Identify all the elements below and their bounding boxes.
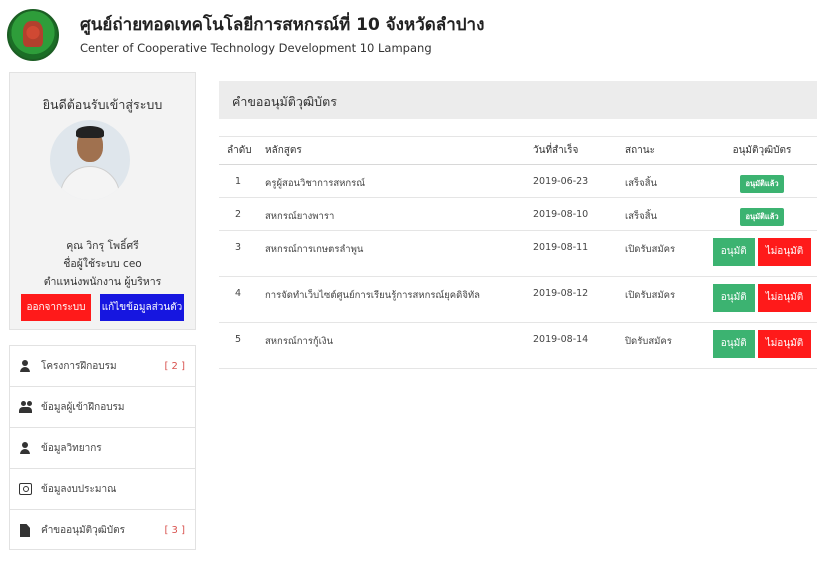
menu-item-training-projects[interactable]: โครงการฝึกอบรม [ 2 ] bbox=[9, 345, 196, 386]
menu-item-budget[interactable]: ข้อมูลงบประมาณ bbox=[9, 468, 196, 509]
cell-approval: อนุมัติ ไม่อนุมัติ bbox=[707, 230, 817, 277]
cell-course: สหกรณ์ยางพารา bbox=[257, 197, 525, 231]
cell-no: 3 bbox=[219, 230, 257, 277]
user-icon bbox=[19, 360, 32, 372]
edit-profile-button[interactable]: แก้ไขข้อมูลส่วนตัว bbox=[100, 294, 184, 321]
cell-status: เสร็จสิ้น bbox=[617, 164, 707, 198]
cell-date: 2019-08-14 bbox=[525, 322, 617, 369]
menu-item-certificate-requests[interactable]: คำขออนุมัติวุฒิบัตร [ 3 ] bbox=[9, 509, 196, 550]
approve-button[interactable]: อนุมัติ bbox=[712, 284, 755, 312]
approve-button[interactable]: อนุมัติ bbox=[712, 238, 755, 266]
reject-button[interactable]: ไม่อนุมัติ bbox=[757, 330, 812, 358]
money-icon bbox=[19, 483, 32, 495]
menu-item-label: ข้อมูลวิทยากร bbox=[41, 443, 102, 454]
cooperative-logo[interactable] bbox=[7, 9, 59, 61]
page-header: คำขออนุมัติวุฒิบัตร bbox=[219, 81, 817, 119]
cell-date: 2019-08-12 bbox=[525, 276, 617, 323]
column-header-date: วันที่สำเร็จ bbox=[525, 136, 617, 165]
profile-panel: ยินดีต้อนรับเข้าสู่ระบบ คุณ วิกรุ โพธิ์ศ… bbox=[9, 72, 196, 330]
menu-item-speakers[interactable]: ข้อมูลวิทยากร bbox=[9, 427, 196, 468]
cell-approval: อนุมัติแล้ว bbox=[707, 197, 817, 231]
column-header-approve: อนุมัติวุฒิบัตร bbox=[707, 136, 817, 165]
avatar bbox=[50, 120, 130, 200]
table-row: 2 สหกรณ์ยางพารา 2019-08-10 เสร็จสิ้น อนุ… bbox=[219, 197, 817, 231]
cell-no: 1 bbox=[219, 164, 257, 198]
table-row: 1 ครูผู้สอนวิชาการสหกรณ์ 2019-06-23 เสร็… bbox=[219, 164, 817, 198]
cell-course: ครูผู้สอนวิชาการสหกรณ์ bbox=[257, 164, 525, 198]
cell-date: 2019-06-23 bbox=[525, 164, 617, 198]
cell-status: ปิดรับสมัคร bbox=[617, 322, 707, 369]
reject-button[interactable]: ไม่อนุมัติ bbox=[757, 238, 812, 266]
cell-status: เปิดรับสมัคร bbox=[617, 276, 707, 323]
certificate-requests-table: ลำดับ หลักสูตร วันที่สำเร็จ สถานะ อนุมัต… bbox=[219, 136, 817, 369]
cell-no: 4 bbox=[219, 276, 257, 323]
site-title-th: ศูนย์ถ่ายทอดเทคโนโลยีการสหกรณ์ที่ 10 จัง… bbox=[80, 15, 485, 35]
users-icon bbox=[19, 401, 32, 413]
cell-course: การจัดทำเว็บไซต์ศูนย์การเรียนรู้การสหกรณ… bbox=[257, 276, 525, 323]
profile-name: คุณ วิกรุ โพธิ์ศรี bbox=[66, 240, 139, 252]
cell-approval: อนุมัติ ไม่อนุมัติ bbox=[707, 322, 817, 369]
page-title: คำขออนุมัติวุฒิบัตร bbox=[232, 94, 337, 109]
table-row: 3 สหกรณ์การเกษตรลำพูน 2019-08-11 เปิดรับ… bbox=[219, 230, 817, 277]
menu-item-count: [ 3 ] bbox=[164, 525, 185, 536]
approved-badge: อนุมัติแล้ว bbox=[740, 208, 784, 226]
site-header: ศูนย์ถ่ายทอดเทคโนโลยีการสหกรณ์ที่ 10 จัง… bbox=[0, 0, 817, 64]
approved-badge: อนุมัติแล้ว bbox=[740, 175, 784, 193]
table-row: 4 การจัดทำเว็บไซต์ศูนย์การเรียนรู้การสหก… bbox=[219, 276, 817, 323]
cell-no: 2 bbox=[219, 197, 257, 231]
profile-username: ชื่อผู้ใช้ระบบ ceo bbox=[63, 258, 142, 270]
column-header-status: สถานะ bbox=[617, 136, 707, 165]
menu-item-label: คำขออนุมัติวุฒิบัตร bbox=[41, 525, 125, 536]
welcome-text: ยินดีต้อนรับเข้าสู่ระบบ bbox=[42, 97, 163, 112]
menu-item-trainees[interactable]: ข้อมูลผู้เข้าฝึกอบรม bbox=[9, 386, 196, 427]
approve-button[interactable]: อนุมัติ bbox=[712, 330, 755, 358]
user-icon bbox=[19, 442, 32, 454]
table-header-row: ลำดับ หลักสูตร วันที่สำเร็จ สถานะ อนุมัต… bbox=[219, 136, 817, 165]
file-icon bbox=[20, 524, 30, 537]
profile-position: ตำแหน่งพนักงาน ผู้บริหาร bbox=[43, 276, 162, 288]
reject-button[interactable]: ไม่อนุมัติ bbox=[757, 284, 812, 312]
menu-item-label: ข้อมูลงบประมาณ bbox=[41, 484, 117, 495]
column-header-course: หลักสูตร bbox=[257, 136, 525, 165]
cell-status: เสร็จสิ้น bbox=[617, 197, 707, 231]
side-menu: โครงการฝึกอบรม [ 2 ] ข้อมูลผู้เข้าฝึกอบร… bbox=[9, 345, 196, 550]
table-row: 5 สหกรณ์การกู้เงิน 2019-08-14 ปิดรับสมัค… bbox=[219, 322, 817, 369]
cell-no: 5 bbox=[219, 322, 257, 369]
menu-item-label: ข้อมูลผู้เข้าฝึกอบรม bbox=[41, 402, 125, 413]
cell-status: เปิดรับสมัคร bbox=[617, 230, 707, 277]
menu-item-label: โครงการฝึกอบรม bbox=[41, 361, 117, 372]
logout-button[interactable]: ออกจากระบบ bbox=[21, 294, 91, 321]
column-header-no: ลำดับ bbox=[219, 136, 257, 165]
cell-course: สหกรณ์การเกษตรลำพูน bbox=[257, 230, 525, 277]
cell-approval: อนุมัติ ไม่อนุมัติ bbox=[707, 276, 817, 323]
cell-approval: อนุมัติแล้ว bbox=[707, 164, 817, 198]
cell-date: 2019-08-10 bbox=[525, 197, 617, 231]
site-title-en: Center of Cooperative Technology Develop… bbox=[80, 41, 432, 55]
menu-item-count: [ 2 ] bbox=[164, 361, 185, 372]
cell-course: สหกรณ์การกู้เงิน bbox=[257, 322, 525, 369]
cell-date: 2019-08-11 bbox=[525, 230, 617, 277]
